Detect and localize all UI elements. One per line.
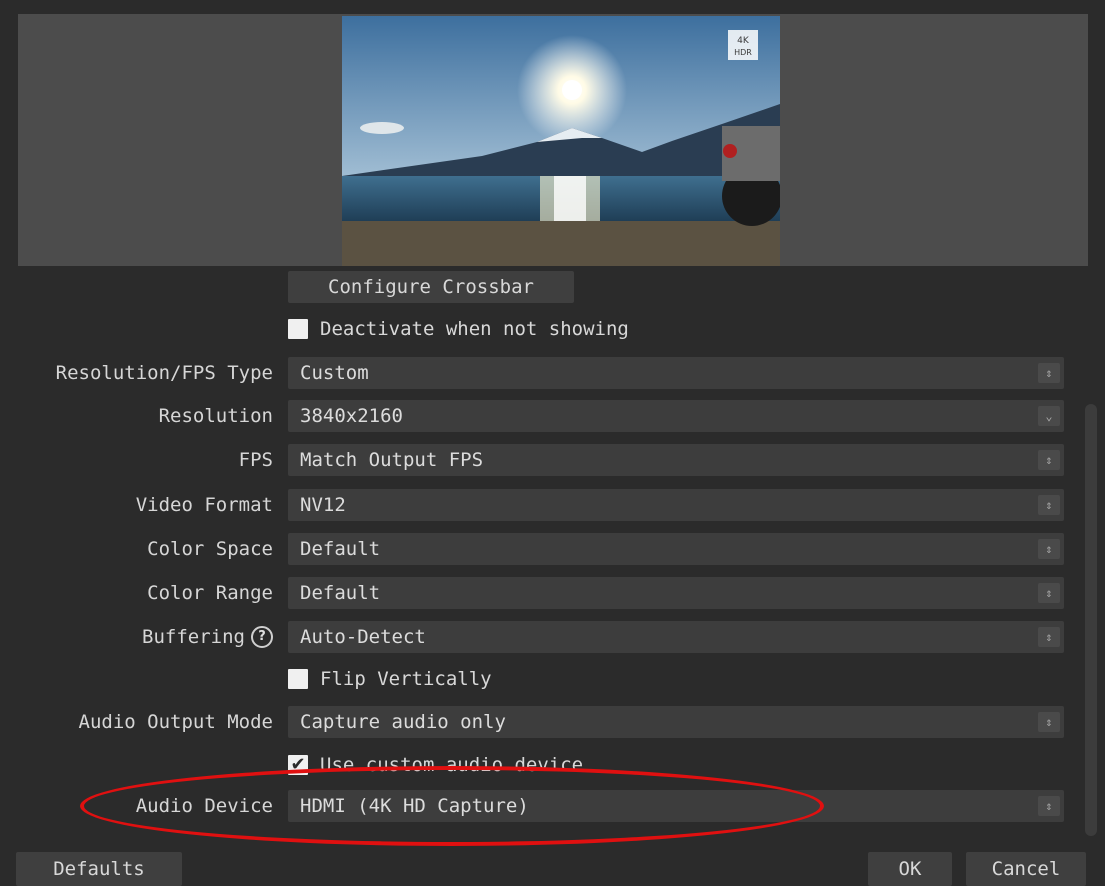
color-space-label: Color Space: [147, 538, 273, 560]
row-video-format: Video Format NV12 ⇕: [0, 487, 1105, 523]
updown-arrow-icon[interactable]: ⇕: [1038, 450, 1060, 470]
row-fps: FPS Match Output FPS ⇕: [0, 442, 1105, 478]
resolution-label: Resolution: [158, 405, 273, 427]
row-buffering: Buffering? Auto-Detect ⇕: [0, 619, 1105, 655]
updown-arrow-icon[interactable]: ⇕: [1038, 583, 1060, 603]
highlight-annotation-ellipse: [80, 766, 824, 846]
select-value: Match Output FPS: [300, 449, 484, 471]
vertical-scrollbar[interactable]: [1085, 404, 1097, 836]
buffering-label: Buffering: [142, 626, 245, 648]
color-space-select[interactable]: Default ⇕: [288, 533, 1064, 565]
updown-arrow-icon[interactable]: ⇕: [1038, 796, 1060, 816]
resolution-select[interactable]: 3840x2160 ⌄: [288, 400, 1064, 432]
updown-arrow-icon[interactable]: ⇕: [1038, 539, 1060, 559]
video-format-select[interactable]: NV12 ⇕: [288, 489, 1064, 521]
deactivate-checkbox[interactable]: [288, 319, 308, 339]
row-resolution: Resolution 3840x2160 ⌄: [0, 398, 1105, 434]
flip-vertically-checkbox[interactable]: [288, 669, 308, 689]
buffering-select[interactable]: Auto-Detect ⇕: [288, 621, 1064, 653]
flip-vertically-label: Flip Vertically: [320, 668, 492, 690]
configure-crossbar-button[interactable]: Configure Crossbar: [288, 271, 574, 303]
color-range-select[interactable]: Default ⇕: [288, 577, 1064, 609]
cancel-button[interactable]: Cancel: [966, 852, 1086, 886]
select-value: Default: [300, 538, 381, 560]
updown-arrow-icon[interactable]: ⇕: [1038, 627, 1060, 647]
audio-output-mode-label: Audio Output Mode: [78, 711, 273, 733]
updown-arrow-icon[interactable]: ⇕: [1038, 495, 1060, 515]
defaults-button[interactable]: Defaults: [16, 852, 182, 886]
updown-arrow-icon[interactable]: ⇕: [1038, 363, 1060, 383]
resolution-fps-type-label: Resolution/FPS Type: [55, 362, 273, 384]
select-value: 3840x2160: [300, 405, 403, 427]
row-resolution-fps-type: Resolution/FPS Type Custom ⇕: [0, 355, 1105, 391]
resolution-fps-type-select[interactable]: Custom ⇕: [288, 357, 1064, 389]
ok-button[interactable]: OK: [868, 852, 952, 886]
row-audio-output-mode: Audio Output Mode Capture audio only ⇕: [0, 704, 1105, 740]
help-icon[interactable]: ?: [251, 626, 273, 648]
video-format-label: Video Format: [135, 494, 273, 516]
select-value: NV12: [300, 494, 346, 516]
updown-arrow-icon[interactable]: ⇕: [1038, 712, 1060, 732]
row-color-space: Color Space Default ⇕: [0, 531, 1105, 567]
color-range-label: Color Range: [147, 582, 273, 604]
select-value: Auto-Detect: [300, 626, 426, 648]
badge-line-1: 4K: [737, 36, 750, 46]
chevron-down-icon[interactable]: ⌄: [1038, 406, 1060, 426]
fps-label: FPS: [238, 449, 273, 471]
buffering-label-wrap: Buffering?: [142, 619, 273, 655]
select-value: Capture audio only: [300, 711, 506, 733]
deactivate-label: Deactivate when not showing: [320, 318, 629, 340]
video-preview-image: 4K HDR: [342, 16, 780, 266]
select-value: Default: [300, 582, 381, 604]
select-value: Custom: [300, 362, 369, 384]
row-color-range: Color Range Default ⇕: [0, 575, 1105, 611]
badge-line-2: HDR: [734, 48, 752, 57]
fps-select[interactable]: Match Output FPS ⇕: [288, 444, 1064, 476]
audio-output-mode-select[interactable]: Capture audio only ⇕: [288, 706, 1064, 738]
